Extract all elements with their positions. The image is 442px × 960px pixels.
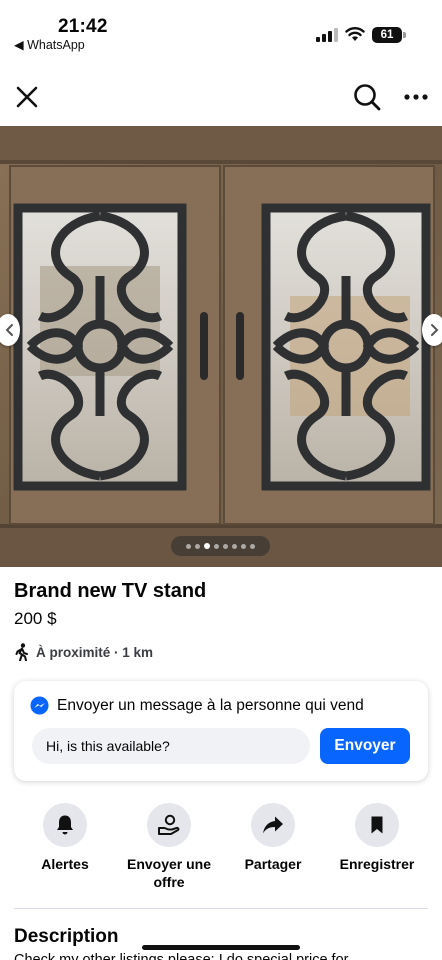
carousel-dot-active [204, 543, 210, 549]
save-button-circle [355, 803, 399, 847]
carousel-dot [241, 543, 246, 549]
status-bar: 21:42 ◀ WhatsApp 61 [0, 0, 442, 60]
carousel-dot [232, 543, 237, 549]
section-divider [14, 908, 428, 909]
save-label: Enregistrer [339, 856, 415, 872]
alerts-button[interactable]: Alertes [13, 803, 117, 873]
home-indicator[interactable] [142, 945, 300, 950]
bookmark-icon [371, 816, 383, 834]
description-title: Description [14, 926, 119, 947]
carousel-dot [186, 543, 191, 549]
share-label: Partager [244, 856, 302, 872]
carousel-next-button[interactable] [422, 314, 442, 346]
listing-price: 200 $ [14, 609, 57, 628]
send-message-button[interactable]: Envoyer [320, 728, 410, 764]
wifi-icon [345, 27, 365, 41]
share-button[interactable]: Partager [221, 803, 325, 873]
share-button-circle [251, 803, 295, 847]
product-image-carousel[interactable] [0, 126, 442, 567]
close-icon[interactable] [12, 82, 42, 112]
top-nav [0, 72, 442, 122]
offer-hand-icon [158, 814, 180, 835]
proximity-label: À proximité · 1 km [36, 644, 154, 660]
alerts-label: Alertes [41, 856, 89, 872]
make-offer-button-circle [147, 803, 191, 847]
listing-title: Brand new TV stand [14, 580, 207, 602]
message-card-heading: Envoyer un message à la personne qui ven… [30, 696, 364, 715]
cellular-signal-icon [316, 28, 338, 42]
listing-actions: Alertes Envoyer une offre Partager Enreg… [0, 803, 442, 893]
status-time: 21:42 [58, 16, 108, 37]
walking-person-icon [15, 643, 28, 661]
alerts-button-circle [43, 803, 87, 847]
battery-tip [403, 32, 406, 38]
carousel-dot [250, 543, 255, 549]
message-seller-card: Envoyer un message à la personne qui ven… [14, 681, 428, 781]
message-card-heading-text: Envoyer un message à la personne qui ven… [57, 696, 364, 714]
make-offer-label: Envoyer une offre [126, 856, 212, 890]
battery-indicator: 61 [372, 27, 402, 43]
messenger-icon [30, 696, 49, 715]
description-text: Check my other listings please: I do spe… [14, 952, 349, 960]
carousel-dot [214, 543, 219, 549]
more-dots-icon[interactable] [402, 82, 430, 112]
listing-proximity: À proximité · 1 km [14, 642, 153, 662]
chevron-right-icon [431, 324, 439, 336]
message-input[interactable]: Hi, is this available? [32, 728, 310, 764]
carousel-page-indicator [171, 536, 270, 556]
search-icon[interactable] [352, 82, 382, 112]
bell-icon [57, 815, 73, 835]
carousel-dot [195, 543, 200, 549]
make-offer-button[interactable]: Envoyer une offre [117, 803, 221, 891]
chevron-left-icon [5, 324, 13, 336]
carousel-dot [223, 543, 228, 549]
save-button[interactable]: Enregistrer [325, 803, 429, 873]
product-photo [0, 126, 442, 567]
share-arrow-icon [263, 816, 283, 834]
back-to-app-link[interactable]: ◀ WhatsApp [14, 37, 85, 52]
